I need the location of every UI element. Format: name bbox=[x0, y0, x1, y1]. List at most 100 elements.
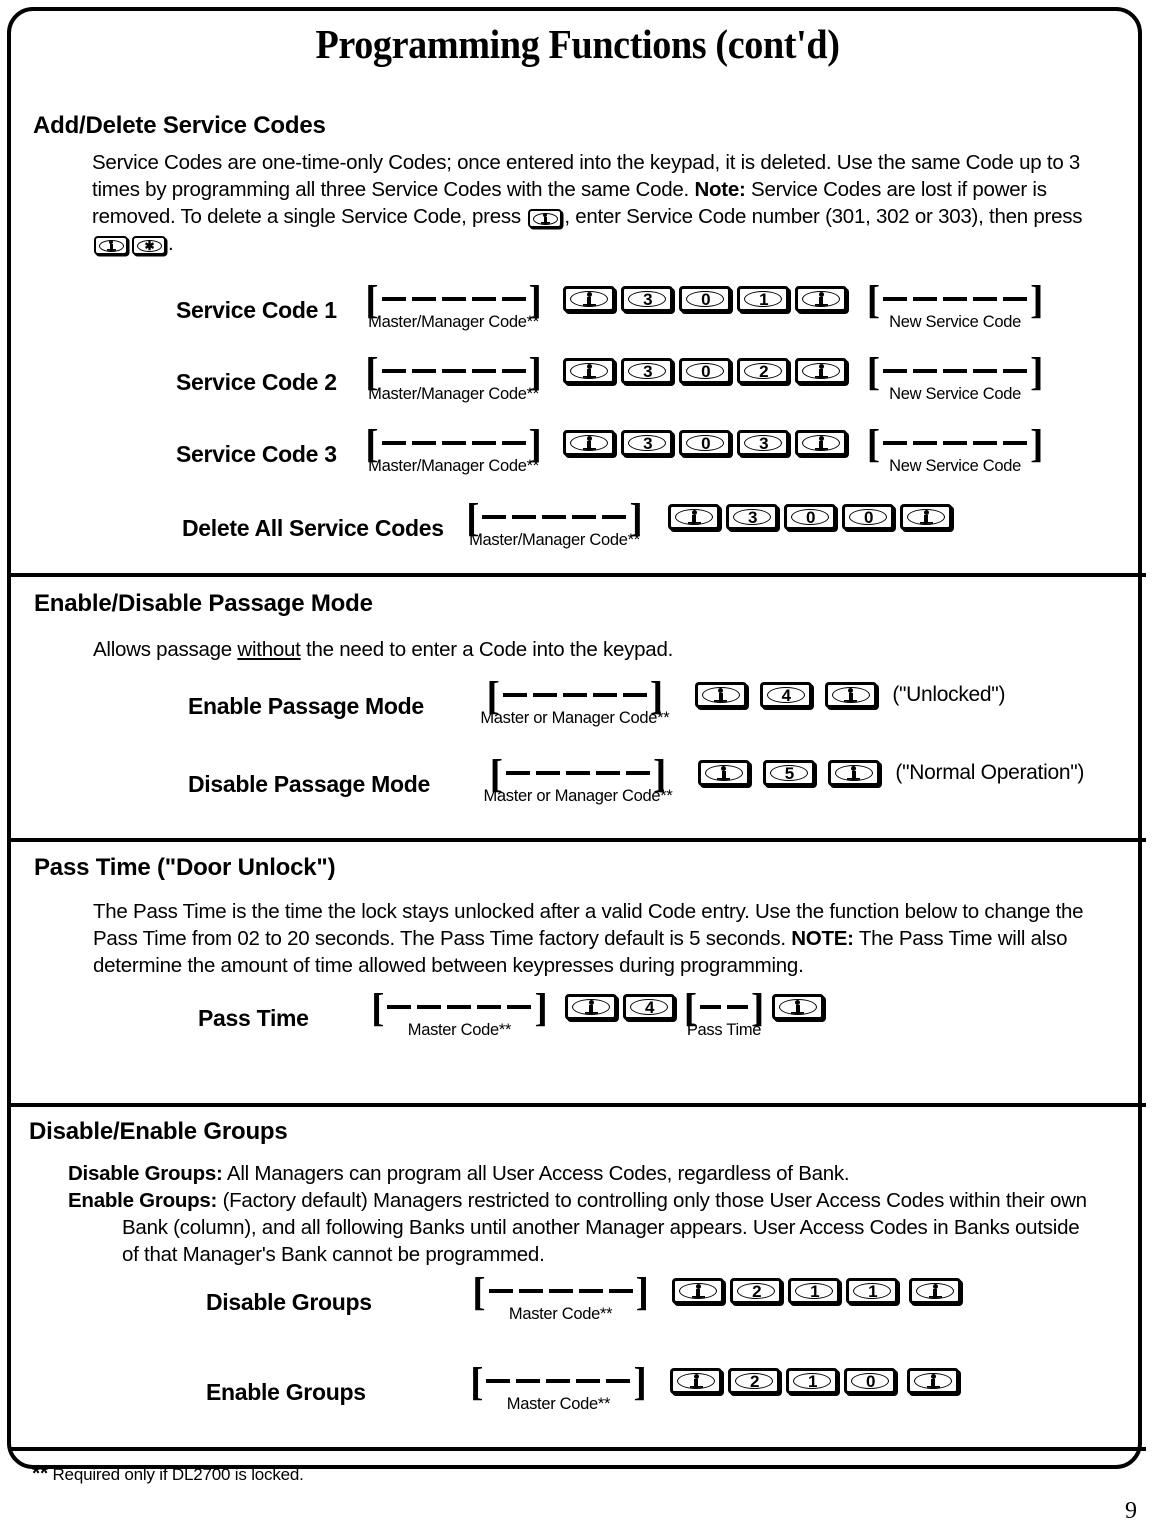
code-caption: Master Code** bbox=[508, 1304, 613, 1323]
key-3-icon: 3 bbox=[621, 358, 674, 384]
paragraph-note-label: Note: bbox=[694, 178, 746, 201]
program-key-icon bbox=[565, 994, 618, 1020]
key-3-icon: 3 bbox=[726, 504, 779, 530]
code-blanks: [] bbox=[371, 984, 548, 1030]
code-entry-group: [] Master Code** bbox=[472, 1268, 649, 1324]
section-paragraph: Allows passage without the need to enter… bbox=[93, 636, 1093, 663]
code-caption: Master Code** bbox=[407, 1020, 512, 1039]
program-key-icon bbox=[900, 504, 953, 530]
paragraph-note-label: NOTE: bbox=[791, 927, 854, 950]
code-entry-group: [] Master/Manager Code** bbox=[365, 420, 542, 476]
row-trailing-note: ("Normal Operation") bbox=[895, 761, 1085, 784]
key-0-icon: 0 bbox=[784, 504, 837, 530]
footnote-text: Required only if DL2700 is locked. bbox=[52, 1465, 304, 1484]
paragraph-text-pre: Allows passage bbox=[93, 638, 238, 661]
code-entry-group: [] Master Code** bbox=[371, 984, 548, 1040]
key-1-icon: 1 bbox=[737, 286, 790, 312]
section-add-delete-service-codes: Add/Delete Service Codes Service Codes a… bbox=[0, 112, 1155, 549]
key-0-icon: 0 bbox=[679, 286, 732, 312]
key-2-icon: 2 bbox=[728, 1368, 781, 1394]
key-sequence: 4 bbox=[692, 682, 880, 708]
function-row-delete-all-service-codes: Delete All Service Codes [] Master/Manag… bbox=[182, 497, 955, 552]
program-key-icon bbox=[907, 1368, 960, 1394]
section-disable-enable-groups: Disable/Enable Groups Disable Groups: Al… bbox=[0, 1118, 1155, 1413]
program-key-icon bbox=[668, 504, 721, 530]
code-caption: Master Code** bbox=[506, 1394, 611, 1413]
code-blanks: [] bbox=[365, 276, 542, 322]
disable-groups-label: Disable Groups: bbox=[68, 1162, 223, 1185]
program-key-icon bbox=[697, 760, 750, 786]
code-caption: Master or Manager Code** bbox=[480, 708, 670, 727]
program-key-icon bbox=[824, 682, 877, 708]
key-3-icon: 3 bbox=[621, 430, 674, 456]
key-1-icon: 1 bbox=[788, 1278, 841, 1304]
program-key-icon bbox=[672, 1278, 725, 1304]
code-blanks: [] bbox=[365, 420, 542, 466]
function-row-service-code-1: Service Code 1 [] Master/Manager Code** … bbox=[176, 276, 1044, 334]
key-0b-icon: 0 bbox=[842, 504, 895, 530]
section-passage-mode: Enable/Disable Passage Mode Allows passa… bbox=[0, 590, 1155, 805]
row-trailing-note: ("Unlocked") bbox=[892, 683, 1006, 706]
section-paragraph: The Pass Time is the time the lock stays… bbox=[93, 898, 1097, 979]
key-2-icon: 2 bbox=[737, 358, 790, 384]
key-4-icon: 4 bbox=[623, 994, 676, 1020]
code-caption: Master/Manager Code** bbox=[368, 312, 539, 331]
program-key-icon bbox=[694, 682, 747, 708]
key-4-icon: 4 bbox=[759, 682, 812, 708]
function-row-pass-time: Pass Time [] Master Code** 4 [] Pass Tim… bbox=[198, 984, 827, 1042]
program-key-icon bbox=[771, 994, 824, 1020]
code-entry-group: [] Master or Manager Code** bbox=[480, 675, 670, 728]
function-row-enable-passage-mode: Enable Passage Mode [] Master or Manager… bbox=[188, 675, 1006, 730]
key-sequence: 210 bbox=[667, 1368, 962, 1394]
pass-time-entry-group: [] Pass Time bbox=[684, 987, 765, 1040]
section-divider bbox=[9, 573, 1146, 577]
code-entry-group: [] Master or Manager Code** bbox=[483, 753, 673, 806]
function-row-disable-groups: Disable Groups [] Master Code** 211 bbox=[206, 1268, 964, 1326]
code-caption: Master/Manager Code** bbox=[469, 530, 640, 549]
key-sequence: 4 bbox=[562, 994, 678, 1020]
paragraph-text-part4: . bbox=[168, 232, 174, 255]
key-3-icon: 3 bbox=[621, 286, 674, 312]
row-label: Disable Passage Mode bbox=[188, 770, 430, 797]
program-key-icon bbox=[563, 430, 616, 456]
code-entry-group: [] Master/Manager Code** bbox=[365, 276, 542, 332]
code-blanks: [] bbox=[470, 1358, 647, 1404]
section-paragraph: Service Codes are one-time-only Codes; o… bbox=[92, 149, 1093, 257]
key-0-icon: 0 bbox=[679, 358, 732, 384]
key-0-icon: 0 bbox=[679, 430, 732, 456]
program-key-icon bbox=[795, 358, 848, 384]
row-label: Service Code 2 bbox=[176, 368, 337, 395]
function-row-service-code-2: Service Code 2 [] Master/Manager Code** … bbox=[176, 348, 1044, 406]
row-label: Service Code 1 bbox=[176, 296, 337, 323]
program-key-icon bbox=[795, 430, 848, 456]
section-paragraph-line1: Disable Groups: All Managers can program… bbox=[68, 1160, 1097, 1187]
function-row-disable-passage-mode: Disable Passage Mode [] Master or Manage… bbox=[188, 753, 1085, 808]
code-caption: New Service Code bbox=[889, 312, 1021, 331]
key-sequence: 301 bbox=[560, 286, 850, 312]
key-sequence: 303 bbox=[560, 430, 850, 456]
code-entry-group: [] Master Code** bbox=[470, 1358, 647, 1414]
program-key-icon bbox=[795, 286, 848, 312]
page-title: Programming Functions (cont'd) bbox=[315, 21, 840, 67]
program-key-icon bbox=[909, 1278, 962, 1304]
row-label: Service Code 3 bbox=[176, 440, 337, 467]
code-caption: New Service Code bbox=[889, 384, 1021, 403]
disable-groups-text: All Managers can program all User Access… bbox=[222, 1162, 850, 1185]
code-blanks: [] bbox=[472, 1268, 649, 1314]
code-blanks: [] bbox=[866, 420, 1044, 466]
code-blanks: [] bbox=[866, 348, 1044, 394]
footnote-divider bbox=[9, 1447, 1146, 1451]
program-key-icon bbox=[670, 1368, 723, 1394]
key-sequence: 300 bbox=[665, 504, 955, 530]
key-sequence: 5 bbox=[695, 760, 883, 786]
key-sequence: 211 bbox=[669, 1278, 964, 1304]
paragraph-text-part3: , enter Service Code number (301, 302 or… bbox=[564, 205, 1083, 228]
key-2-icon: 2 bbox=[730, 1278, 783, 1304]
section-paragraph-line2: Enable Groups: (Factory default) Manager… bbox=[68, 1187, 1097, 1268]
footnote-markers: ** bbox=[32, 1462, 48, 1485]
section-divider bbox=[9, 838, 1146, 842]
function-row-enable-groups: Enable Groups [] Master Code** 210 bbox=[206, 1358, 962, 1416]
page-number: 9 bbox=[1125, 1498, 1137, 1524]
new-code-entry-group: [] New Service Code bbox=[867, 279, 1044, 332]
code-caption: Master or Manager Code** bbox=[483, 786, 673, 805]
